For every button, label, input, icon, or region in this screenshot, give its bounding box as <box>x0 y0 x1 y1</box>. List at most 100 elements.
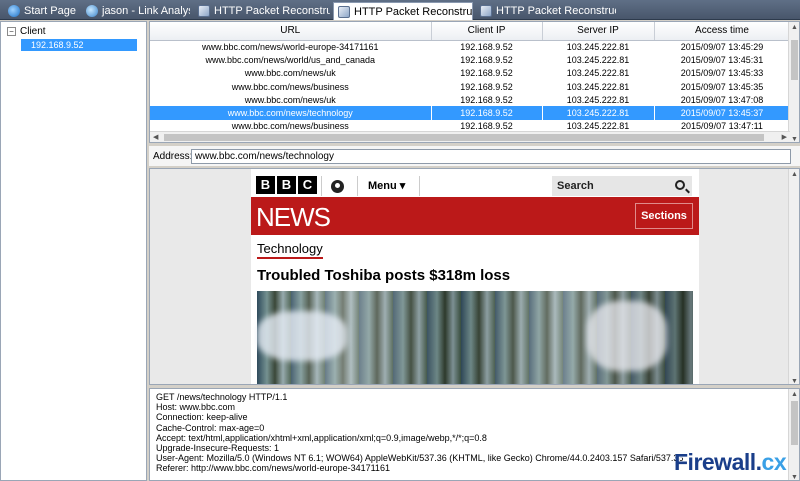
table-row[interactable]: www.bbc.com/news/world/us_and_canada 192.… <box>150 53 790 66</box>
start-page-icon <box>8 5 20 17</box>
cell-server-ip: 103.245.222.81 <box>566 94 630 105</box>
tree-item-client-ip[interactable]: 192.168.9.52 <box>1 38 146 52</box>
cell-url: www.bbc.com/news/technology <box>150 106 431 120</box>
logo-letter: B <box>256 176 275 194</box>
column-header-server-ip[interactable]: Server IP <box>542 22 655 41</box>
request-header: Cache-Control: max-age=0 <box>156 422 265 433</box>
tree-root-label: Client <box>20 25 46 37</box>
request-line: GET /news/technology HTTP/1.1 <box>156 392 288 402</box>
preview-vertical-scrollbar[interactable]: ▲ ▼ <box>788 169 799 384</box>
table-row[interactable]: www.bbc.com/news/uk 192.168.9.52 103.245.2… <box>150 67 790 80</box>
table-vertical-scrollbar[interactable]: ▲ ▼ <box>788 22 799 142</box>
tab-start-page[interactable]: Start Page <box>4 2 78 20</box>
tab-http-reconstruction-1[interactable]: HTTP Packet Reconstruction <box>194 2 330 20</box>
cell-client-ip: 192.168.9.52 <box>460 94 513 105</box>
page-preview: B B C Menu ▾ Search NEWS Sections Techno… <box>149 168 800 385</box>
cell-client-ip: 192.168.9.52 <box>431 106 542 120</box>
cell-server-ip: 103.245.222.81 <box>566 41 630 52</box>
search-icon[interactable] <box>675 180 685 190</box>
http-icon <box>338 5 350 18</box>
scroll-up-arrow-icon[interactable]: ▲ <box>791 391 798 398</box>
column-header-access-time[interactable]: Access time <box>654 22 791 41</box>
tab-strip: Start Page jason - Link Analysis HTTP Pa… <box>0 0 800 20</box>
tab-label: HTTP Packet Reconstruction <box>496 5 616 17</box>
watermark-suffix: cx <box>761 449 787 475</box>
request-header: Accept: text/html,application/xhtml+xml,… <box>156 432 487 443</box>
menu-button[interactable]: Menu ▾ <box>368 179 405 192</box>
table-row[interactable]: www.bbc.com/news/world-europe-34171161 19… <box>150 40 790 53</box>
link-analysis-icon <box>86 5 98 17</box>
table-horizontal-scrollbar[interactable]: ◀ ▶ <box>150 131 790 142</box>
raw-vertical-scrollbar[interactable]: ▲ ▼ <box>788 389 799 480</box>
cell-url: www.bbc.com/news/uk <box>244 68 336 79</box>
tab-http-reconstruction-active[interactable]: HTTP Packet Reconstruction × <box>333 2 473 20</box>
sections-button[interactable]: Sections <box>635 203 693 229</box>
scroll-right-arrow-icon[interactable]: ▶ <box>782 133 787 141</box>
scroll-down-arrow-icon[interactable]: ▼ <box>791 378 798 384</box>
bbc-logo[interactable]: B B C <box>256 176 317 194</box>
scrollbar-thumb[interactable] <box>791 401 798 445</box>
cell-access-time: 2015/09/07 13:45:37 <box>654 106 790 120</box>
image-highlight <box>587 301 667 371</box>
http-icon <box>480 5 492 17</box>
tab-http-reconstruction-3[interactable]: HTTP Packet Reconstruction <box>476 2 616 20</box>
cell-url: www.bbc.com/news/business <box>231 81 349 92</box>
article-headline[interactable]: Troubled Toshiba posts $318m loss <box>257 267 510 284</box>
request-header: Connection: keep-alive <box>156 412 248 423</box>
cell-access-time: 2015/09/07 13:45:31 <box>680 54 764 65</box>
scroll-left-arrow-icon[interactable]: ◀ <box>153 133 158 141</box>
news-logo[interactable]: NEWS <box>256 202 331 233</box>
column-header-url[interactable]: URL <box>150 22 432 41</box>
cell-client-ip: 192.168.9.52 <box>460 54 513 65</box>
section-title[interactable]: Technology <box>257 241 323 259</box>
request-header: Host: www.bbc.com <box>156 402 236 413</box>
scroll-down-arrow-icon[interactable]: ▼ <box>791 474 798 480</box>
scrollbar-thumb[interactable] <box>791 40 798 80</box>
cell-access-time: 2015/09/07 13:47:08 <box>680 94 764 105</box>
table-row[interactable]: www.bbc.com/news/business 192.168.9.52 103… <box>150 80 790 93</box>
news-banner: NEWS Sections <box>251 197 699 235</box>
address-input[interactable]: www.bbc.com/news/technology <box>191 148 791 164</box>
scroll-up-arrow-icon[interactable]: ▲ <box>791 24 798 31</box>
cell-access-time: 2015/09/07 13:45:35 <box>680 81 764 92</box>
tree-root-client[interactable]: − Client <box>1 24 146 38</box>
tab-label: HTTP Packet Reconstruction <box>214 5 330 17</box>
watermark-main: Firewall. <box>674 449 762 475</box>
scroll-up-arrow-icon[interactable]: ▲ <box>791 171 798 178</box>
user-account-icon[interactable] <box>331 180 344 193</box>
tab-label: jason - Link Analysis <box>102 5 190 17</box>
collapse-icon[interactable]: − <box>7 26 16 36</box>
cell-server-ip: 103.245.222.81 <box>566 81 630 92</box>
cell-server-ip: 103.245.222.81 <box>566 54 630 65</box>
search-label: Search <box>557 180 594 192</box>
table-row-selected[interactable]: www.bbc.com/news/technology 192.168.9.52 1… <box>150 106 790 120</box>
tree-item-label: 192.168.9.52 <box>21 39 137 51</box>
cell-url: www.bbc.com/news/uk <box>244 94 336 105</box>
logo-letter: C <box>298 176 317 194</box>
tab-link-analysis[interactable]: jason - Link Analysis <box>82 2 190 20</box>
article-image <box>257 291 693 384</box>
divider <box>321 176 322 196</box>
cell-access-time: 2015/09/07 13:45:33 <box>680 68 764 79</box>
firewall-cx-watermark: Firewall.cx <box>674 449 787 476</box>
cell-access-time: 2015/09/07 13:45:29 <box>680 41 764 52</box>
cell-client-ip: 192.168.9.52 <box>460 41 513 52</box>
cell-url: www.bbc.com/news/world/us_and_canada <box>205 54 376 65</box>
client-tree: − Client 192.168.9.52 <box>0 21 147 481</box>
cell-client-ip: 192.168.9.52 <box>460 68 513 79</box>
cell-url: www.bbc.com/news/world-europe-34171161 <box>202 41 379 52</box>
http-icon <box>198 5 210 17</box>
divider <box>419 176 420 196</box>
scrollbar-thumb[interactable] <box>164 134 764 141</box>
search-box[interactable]: Search <box>552 176 692 196</box>
address-label: Address: <box>153 150 193 162</box>
cell-server-ip: 103.245.222.81 <box>566 68 630 79</box>
table-row[interactable]: www.bbc.com/news/uk 192.168.9.52 103.245.2… <box>150 93 790 106</box>
cell-client-ip: 192.168.9.52 <box>460 81 513 92</box>
column-header-client-ip[interactable]: Client IP <box>431 22 543 41</box>
table-header-row: URL Client IP Server IP Access time <box>150 22 791 41</box>
scroll-down-arrow-icon[interactable]: ▼ <box>791 136 798 142</box>
cell-server-ip: 103.245.222.81 <box>542 106 654 120</box>
image-highlight <box>257 311 347 361</box>
tab-label: Start Page <box>24 5 76 17</box>
